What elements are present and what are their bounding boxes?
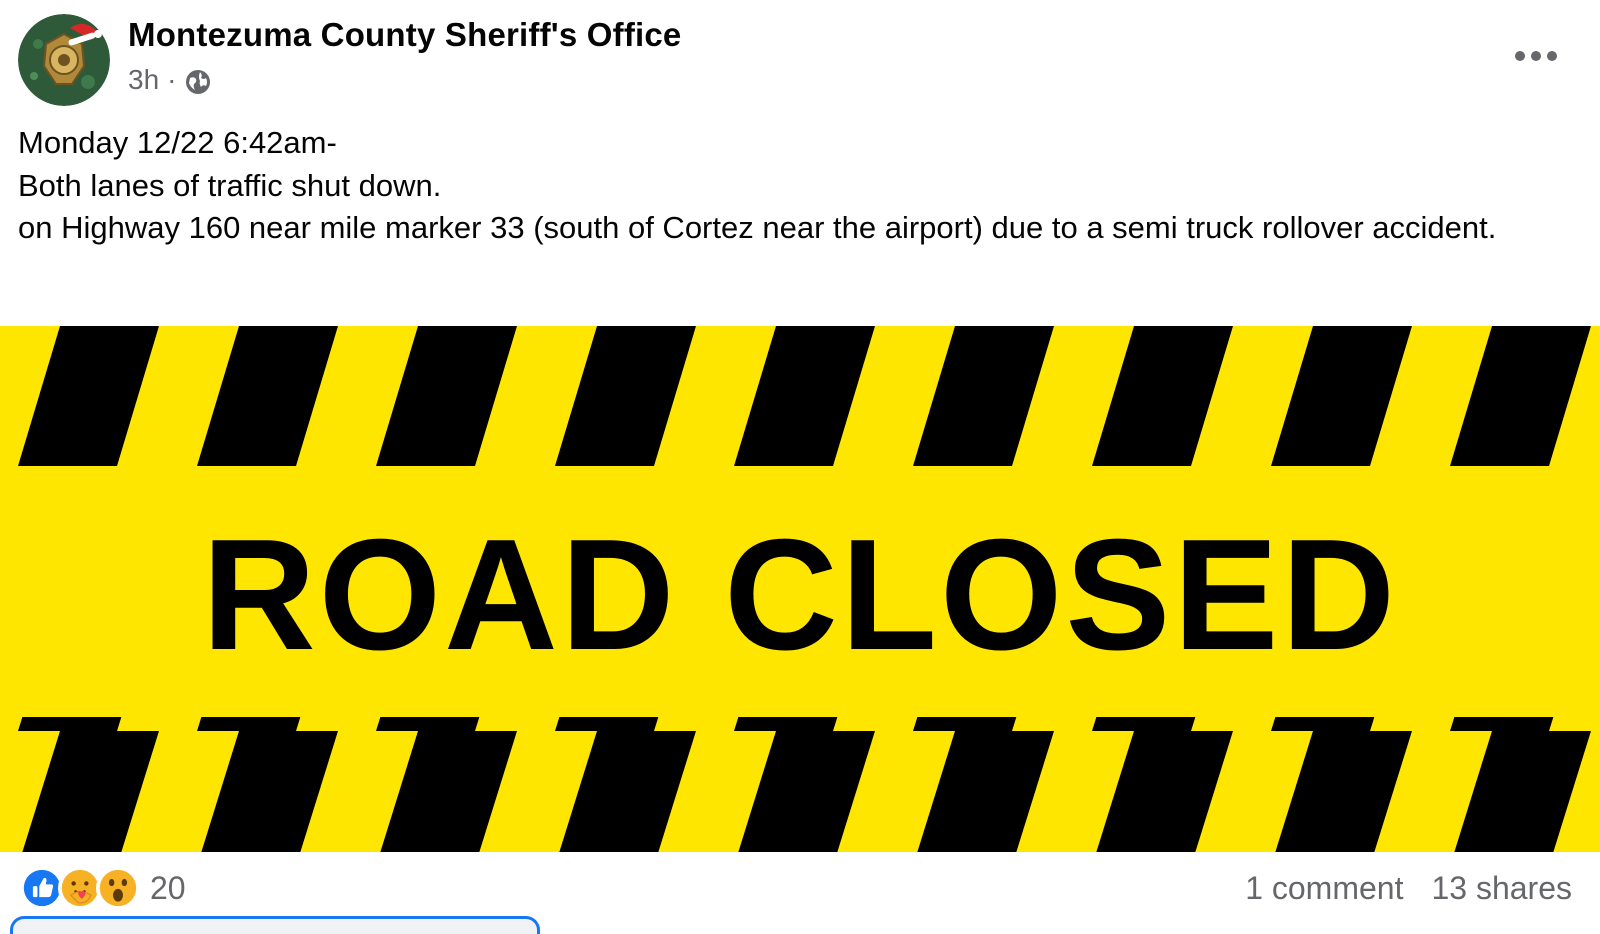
post-image-road-closed[interactable]: ROAD CLOSED	[0, 326, 1600, 852]
engagement-counts: 1 comment 13 shares	[1245, 870, 1572, 907]
post-meta: 3h ·	[128, 64, 212, 96]
facebook-post: Montezuma County Sheriff's Office 3h · M…	[0, 0, 1600, 934]
post-text-line: on Highway 160 near mile marker 33 (sout…	[18, 210, 1497, 245]
post-timestamp[interactable]: 3h	[128, 64, 159, 96]
like-button-focused[interactable]	[10, 916, 540, 934]
hazard-stripes-bottom	[0, 717, 1600, 852]
post-header: Montezuma County Sheriff's Office 3h ·	[0, 0, 1600, 120]
post-footer: 20 1 comment 13 shares	[0, 862, 1600, 934]
share-count-link[interactable]: 13 shares	[1431, 870, 1572, 907]
sign-headline: ROAD CLOSED	[202, 507, 1398, 683]
comment-count-link[interactable]: 1 comment	[1245, 870, 1403, 907]
post-text-line: Monday 12/22 6:42am-	[18, 125, 337, 160]
reaction-count[interactable]: 20	[150, 870, 186, 907]
hazard-stripes-top	[0, 326, 1600, 466]
sheriff-badge-avatar-icon	[18, 14, 110, 106]
wow-icon	[96, 866, 140, 910]
more-options-button[interactable]	[1508, 36, 1564, 76]
meta-separator: ·	[167, 64, 177, 95]
globe-icon[interactable]	[184, 68, 212, 96]
post-text: Monday 12/22 6:42am- Both lanes of traff…	[18, 122, 1578, 250]
more-horizontal-icon	[1515, 51, 1557, 61]
road-closed-sign-image: ROAD CLOSED	[0, 326, 1600, 852]
post-text-line: Both lanes of traffic shut down.	[18, 167, 442, 203]
page-avatar[interactable]	[18, 14, 110, 106]
reactions-summary[interactable]: 20	[20, 866, 186, 910]
page-name-link[interactable]: Montezuma County Sheriff's Office	[128, 16, 682, 54]
